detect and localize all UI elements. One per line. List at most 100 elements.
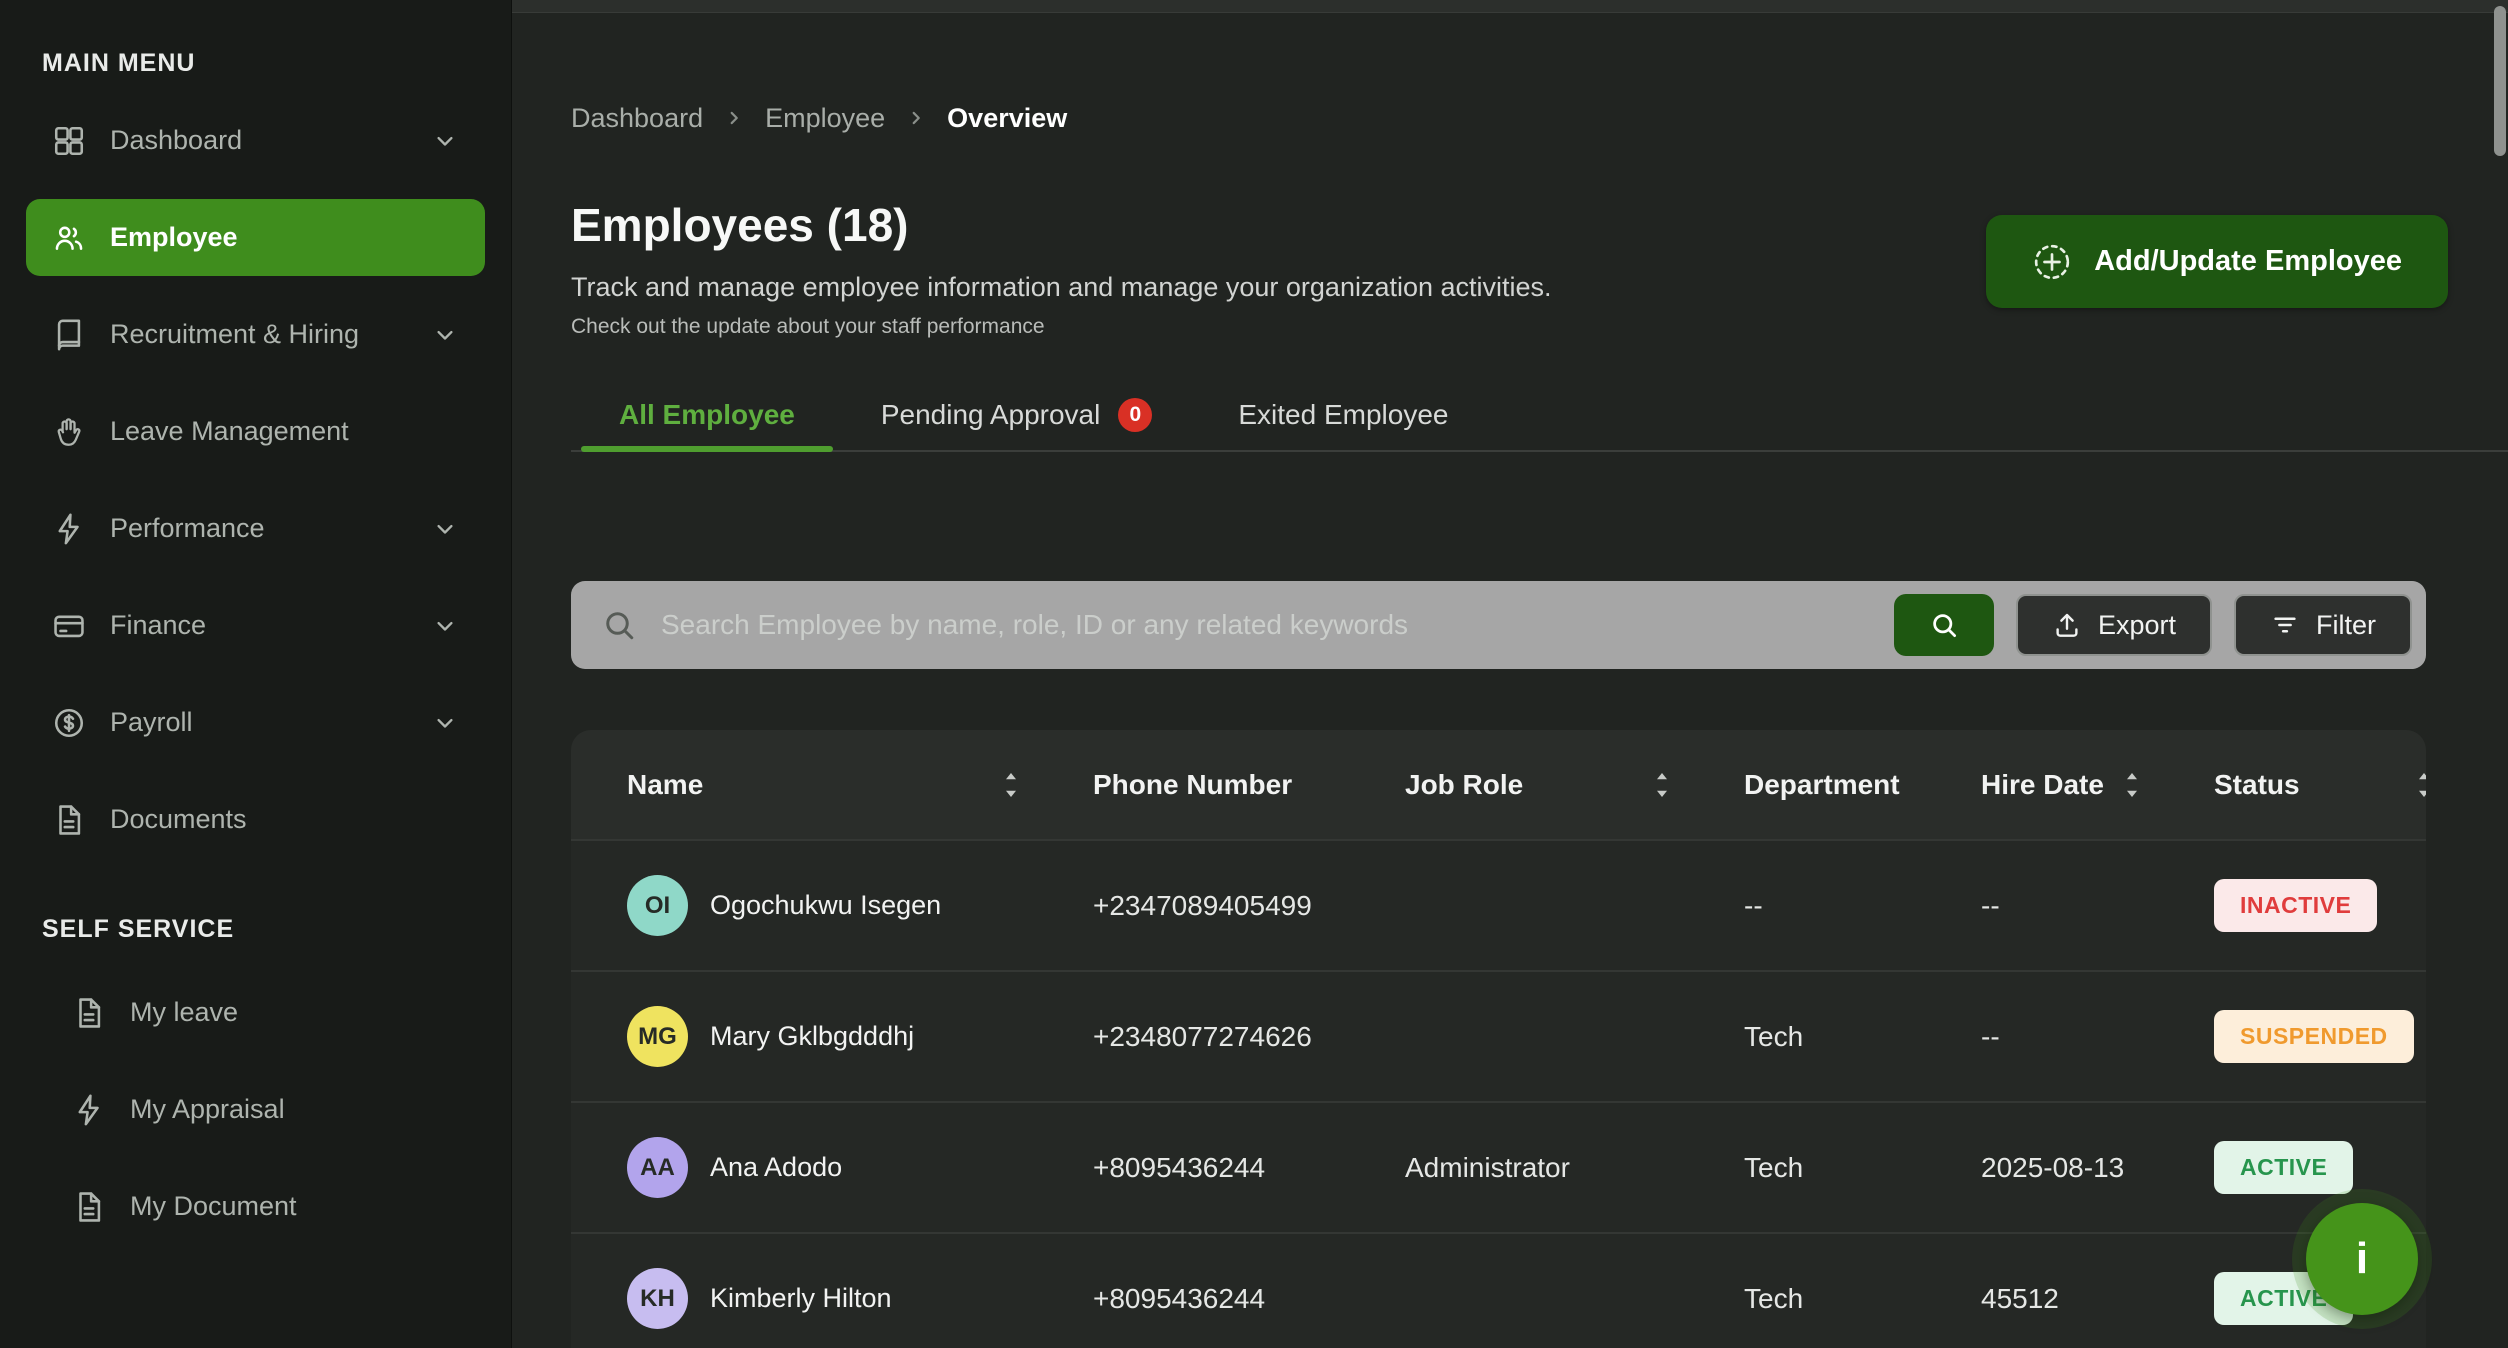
file-icon	[72, 1190, 106, 1224]
sidebar-item-performance[interactable]: Performance	[26, 490, 485, 567]
sidebar-item-my-appraisal[interactable]: My Appraisal	[26, 1071, 485, 1148]
app: MAIN MENU Dashboard Employee Recruitment…	[0, 0, 2508, 1348]
sidebar-item-label: Leave Management	[110, 416, 349, 447]
table-row[interactable]: KH Kimberly Hilton +8095436244 Tech 4551…	[571, 1232, 2426, 1348]
sort-icon	[2120, 770, 2144, 800]
sidebar-item-finance[interactable]: Finance	[26, 587, 485, 664]
sidebar-item-leave-management[interactable]: Leave Management	[26, 393, 485, 470]
department: --	[1744, 890, 1981, 922]
zap-icon	[72, 1093, 106, 1127]
column-header-job-role[interactable]: Job Role	[1405, 769, 1744, 801]
employee-name: Kimberly Hilton	[710, 1283, 892, 1314]
column-header-phone: Phone Number	[1093, 769, 1405, 801]
sort-icon	[999, 770, 1023, 800]
employee-phone: +2347089405499	[1093, 890, 1405, 922]
chevron-down-icon	[431, 321, 459, 349]
sidebar-item-my-document[interactable]: My Document	[26, 1168, 485, 1245]
employee-phone: +8095436244	[1093, 1152, 1405, 1184]
breadcrumb-employee[interactable]: Employee	[765, 101, 885, 135]
table-row[interactable]: MG Mary Gklbgdddhj +2348077274626 Tech -…	[571, 970, 2426, 1101]
breadcrumb: Dashboard Employee Overview	[571, 101, 2508, 135]
sidebar-item-label: My Appraisal	[130, 1094, 285, 1125]
hand-icon	[52, 415, 86, 449]
sidebar: MAIN MENU Dashboard Employee Recruitment…	[0, 0, 512, 1348]
table-row[interactable]: OI Ogochukwu Isegen +2347089405499 -- --…	[571, 839, 2426, 970]
sidebar-section-self-service: SELF SERVICE	[0, 914, 511, 944]
employee-table: Name Phone Number Job Role Department	[571, 730, 2426, 1348]
column-header-name[interactable]: Name	[627, 769, 1093, 801]
scrollbar-thumb[interactable]	[2494, 6, 2506, 156]
avatar: OI	[627, 875, 688, 936]
info-fab[interactable]: i	[2306, 1203, 2418, 1315]
avatar: MG	[627, 1006, 688, 1067]
breadcrumb-overview: Overview	[947, 101, 1067, 135]
chevron-down-icon	[431, 127, 459, 155]
grid-icon	[52, 124, 86, 158]
topbar-edge	[512, 0, 2508, 13]
main-content: Dashboard Employee Overview Employees (1…	[512, 0, 2508, 1348]
chevron-down-icon	[431, 612, 459, 640]
sidebar-item-label: Dashboard	[110, 125, 242, 156]
job-role: Administrator	[1405, 1152, 1744, 1184]
export-icon	[2052, 610, 2082, 640]
tab-label: Exited Employee	[1238, 398, 1448, 432]
status-badge: ACTIVE	[2214, 1141, 2353, 1194]
search-toolbar: Export Filter	[571, 581, 2426, 669]
sidebar-item-payroll[interactable]: Payroll	[26, 684, 485, 761]
export-button[interactable]: Export	[2016, 594, 2212, 656]
department: Tech	[1744, 1021, 1981, 1053]
column-header-status[interactable]: Status	[2214, 769, 2426, 801]
sidebar-item-employee[interactable]: Employee	[26, 199, 485, 276]
plus-icon	[2032, 242, 2072, 282]
file-icon	[52, 803, 86, 837]
avatar: AA	[627, 1137, 688, 1198]
coin-icon	[52, 706, 86, 740]
filter-button[interactable]: Filter	[2234, 594, 2412, 656]
search-input[interactable]	[661, 609, 1874, 641]
tabs: All Employee Pending Approval 0 Exited E…	[571, 384, 2508, 452]
file-icon	[72, 996, 106, 1030]
add-button-label: Add/Update Employee	[2094, 245, 2402, 278]
page-title: Employees (18)	[571, 199, 1552, 251]
status-badge: INACTIVE	[2214, 879, 2377, 932]
tab-label: All Employee	[619, 398, 795, 432]
tab-label: Pending Approval	[881, 398, 1101, 432]
card-icon	[52, 609, 86, 643]
employee-name: Ogochukwu Isegen	[710, 890, 941, 921]
table-header-row: Name Phone Number Job Role Department	[571, 730, 2426, 839]
page-header: Employees (18) Track and manage employee…	[571, 199, 2508, 341]
filter-label: Filter	[2316, 610, 2376, 641]
zap-icon	[52, 512, 86, 546]
table-row[interactable]: AA Ana Adodo +8095436244 Administrator T…	[571, 1101, 2426, 1232]
sidebar-item-label: Recruitment & Hiring	[110, 319, 359, 350]
sidebar-item-my-leave[interactable]: My leave	[26, 974, 485, 1051]
chevron-right-icon	[905, 107, 927, 129]
column-header-department: Department	[1744, 769, 1981, 801]
search-button[interactable]	[1894, 594, 1994, 656]
hire-date: 45512	[1981, 1283, 2214, 1315]
sidebar-item-documents[interactable]: Documents	[26, 781, 485, 858]
sidebar-item-recruitment[interactable]: Recruitment & Hiring	[26, 296, 485, 373]
sidebar-item-label: Documents	[110, 804, 247, 835]
employee-phone: +2348077274626	[1093, 1021, 1405, 1053]
add-update-employee-button[interactable]: Add/Update Employee	[1986, 215, 2448, 308]
sidebar-item-dashboard[interactable]: Dashboard	[26, 102, 485, 179]
avatar: KH	[627, 1268, 688, 1329]
column-header-hire-date[interactable]: Hire Date	[1981, 769, 2214, 801]
chevron-down-icon	[431, 515, 459, 543]
sidebar-item-label: My Document	[130, 1191, 297, 1222]
chevron-right-icon	[723, 107, 745, 129]
tab-pending-approval[interactable]: Pending Approval 0	[843, 384, 1191, 450]
book-icon	[52, 318, 86, 352]
page-subtitle: Track and manage employee information an…	[571, 269, 1552, 305]
tab-all-employee[interactable]: All Employee	[581, 384, 833, 450]
breadcrumb-dashboard[interactable]: Dashboard	[571, 101, 703, 135]
sidebar-item-label: Employee	[110, 222, 238, 253]
sort-icon	[2412, 770, 2426, 800]
sidebar-item-label: My leave	[130, 997, 238, 1028]
export-label: Export	[2098, 610, 2176, 641]
filter-icon	[2270, 610, 2300, 640]
page-note: Check out the update about your staff pe…	[571, 313, 1552, 341]
tab-exited-employee[interactable]: Exited Employee	[1200, 384, 1486, 450]
hire-date: --	[1981, 1021, 2214, 1053]
